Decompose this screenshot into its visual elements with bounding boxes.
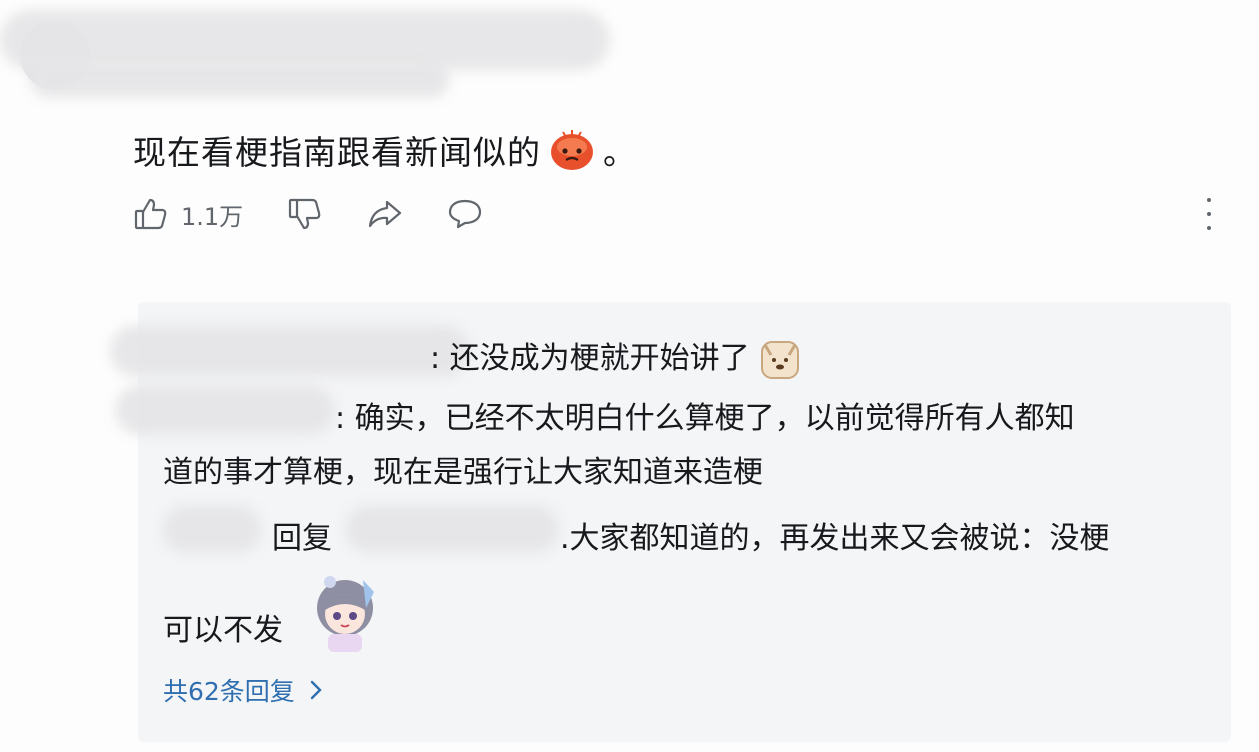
reply-text: .大家都知道的，再发出来又会被说：没梗 (560, 521, 1110, 556)
comment-button[interactable] (447, 196, 483, 232)
anime-girl-sticker-icon (317, 576, 374, 652)
reply-text: 可以不发 (163, 613, 283, 648)
reply-label: 回复 (272, 521, 332, 556)
share-button[interactable] (367, 196, 403, 232)
blurred-reply-user-1 (110, 325, 470, 377)
blurred-reply-target (345, 505, 560, 553)
like-count: 1.1万 (181, 202, 244, 231)
more-icon (1207, 198, 1211, 202)
reply-item-text: .大家都知道的，再发出来又会被说：没梗 (560, 511, 1110, 567)
more-button[interactable] (1199, 198, 1219, 230)
comment-actions: 1.1万 (133, 196, 527, 232)
reply-text: 道的事才算梗，现在是强行让大家知道来造梗 (163, 455, 763, 490)
comment-text: 现在看梗指南跟看新闻似的 。 (133, 126, 637, 174)
reply-text: : 还没成为梗就开始讲了 (430, 341, 750, 376)
reply-item-continued: 道的事才算梗，现在是强行让大家知道来造梗 (163, 445, 763, 501)
chevron-right-icon (310, 680, 322, 700)
dog-emoji-icon (761, 340, 800, 379)
blurred-timestamp (30, 60, 450, 98)
share-icon (369, 200, 402, 228)
view-all-replies-link[interactable]: 共62条回复 (163, 672, 329, 708)
blurred-reply-user-3 (162, 505, 262, 553)
angry-emoji-icon (551, 130, 593, 170)
like-button[interactable]: 1.1万 (133, 196, 243, 232)
reply-text: : 确实，已经不太明白什么算梗了，以前觉得所有人都知 (335, 401, 1075, 436)
reply-item-continued: 可以不发 (163, 603, 283, 659)
thumbs-down-icon (289, 198, 321, 230)
reply-item: 回复 (272, 511, 332, 567)
comment-icon (449, 199, 482, 229)
dislike-button[interactable] (287, 196, 323, 232)
reply-item: : 确实，已经不太明白什么算梗了，以前觉得所有人都知 (335, 391, 1075, 447)
blurred-reply-user-2 (115, 385, 335, 435)
thumbs-up-icon (134, 198, 167, 230)
reply-item: : 还没成为梗就开始讲了 (430, 331, 801, 387)
